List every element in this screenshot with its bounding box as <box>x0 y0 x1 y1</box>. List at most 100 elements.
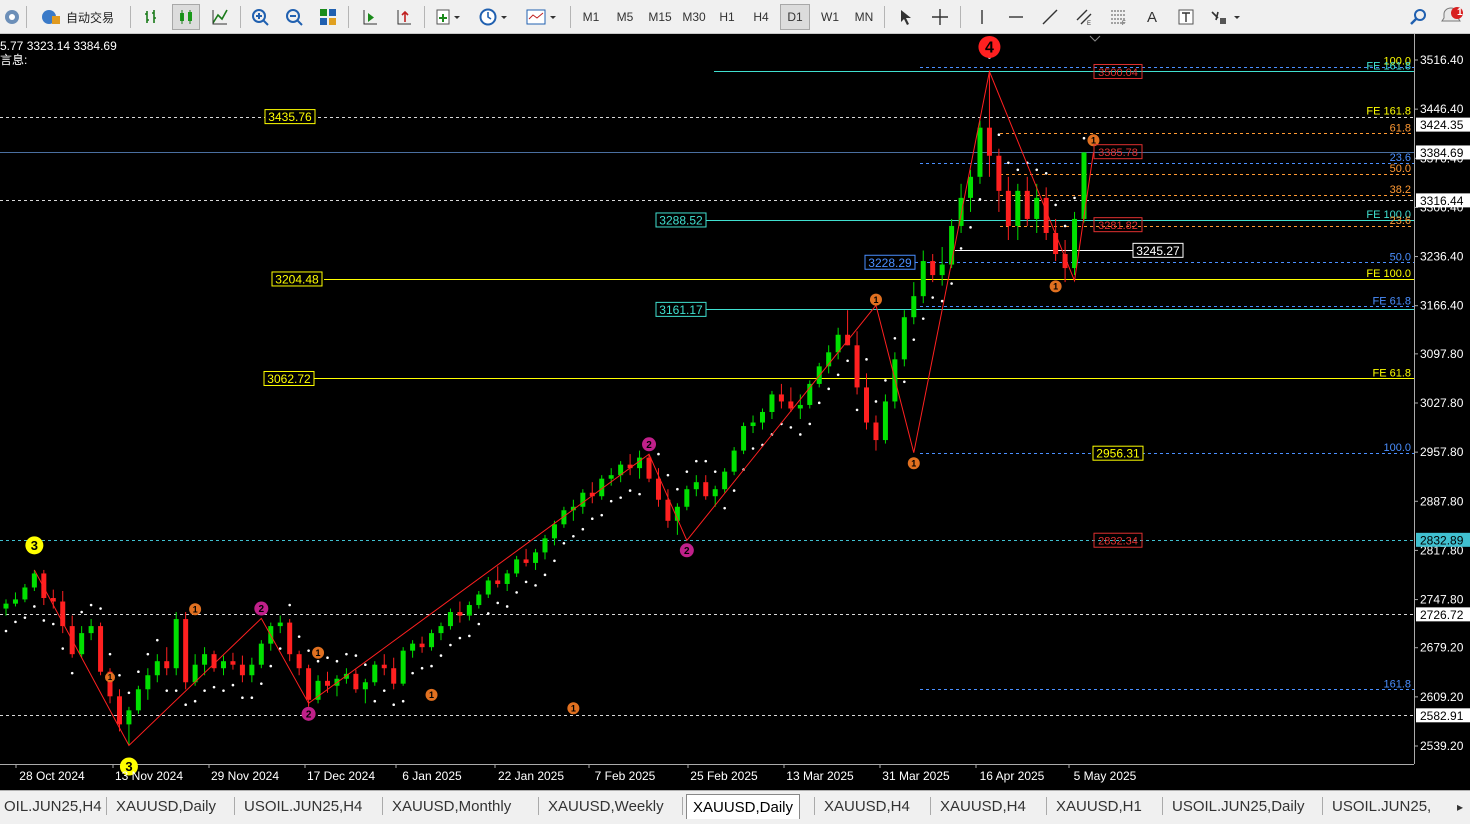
sar-dot <box>657 452 660 456</box>
timeframe-w1[interactable]: W1 <box>814 4 846 30</box>
candle-body <box>466 605 472 616</box>
chart-tab[interactable]: XAUUSD,H4 <box>818 794 916 818</box>
candle-body <box>608 475 614 479</box>
chart-tab[interactable]: USOIL.JUN25,H4 <box>238 794 368 818</box>
candle-body <box>362 682 368 690</box>
bar-chart-button[interactable] <box>138 4 166 30</box>
candle-body <box>769 394 775 412</box>
autoscroll-button[interactable] <box>390 4 418 30</box>
wave-1-marker-text: 1 <box>1091 136 1096 146</box>
templates-button[interactable] <box>522 4 562 30</box>
candle <box>400 647 406 686</box>
chart-tab[interactable]: XAUUSD,Daily <box>110 794 222 818</box>
chart-tab[interactable]: XAUUSD,H1 <box>1050 794 1148 818</box>
chart-tab[interactable]: XAUUSD,Weekly <box>542 794 670 818</box>
zoom-in-button[interactable] <box>246 4 274 30</box>
price-label: 3435.76 <box>264 109 316 125</box>
alerts-button[interactable]: 1 <box>1438 4 1468 30</box>
timeframe-h4[interactable]: H4 <box>746 4 776 30</box>
candle-body <box>788 401 794 409</box>
chart-tab[interactable]: OIL.JUN25,H4 <box>0 794 108 818</box>
search-button[interactable] <box>1404 4 1432 30</box>
wave-2-marker-text: 2 <box>259 604 265 615</box>
time-tick-label: 25 Feb 2025 <box>690 769 758 783</box>
price-label-text: 3228.29 <box>868 256 912 270</box>
text-label-button[interactable] <box>1172 4 1200 30</box>
time-tick-label: 13 Mar 2025 <box>786 769 854 783</box>
cursor-button[interactable] <box>892 4 920 30</box>
chart-tab[interactable]: USOIL.JUN25,Daily <box>1166 794 1311 818</box>
tab-separator <box>538 797 539 815</box>
candle <box>258 640 264 669</box>
chart-tab[interactable]: XAUUSD,Daily <box>686 794 801 819</box>
timeframe-d1[interactable]: D1 <box>780 4 810 30</box>
timeframe-mn[interactable]: MN <box>848 4 880 30</box>
auto-trade-button[interactable]: 自动交易 <box>30 4 124 30</box>
text-tool-button[interactable]: A <box>1138 4 1166 30</box>
chart-tab[interactable]: XAUUSD,H4 <box>934 794 1032 818</box>
candle-body <box>731 450 737 472</box>
chart-shift-button[interactable] <box>356 4 384 30</box>
templates-icon <box>526 9 556 25</box>
candle-body <box>1015 190 1021 226</box>
chart-window[interactable]: 3 3 4 1 1 1 1 1 1 1 1 2 2 2 2 1 3435.76 3288.52 3228.29 324… <box>0 34 1470 790</box>
tab-separator <box>814 797 815 815</box>
tab-separator <box>1322 797 1323 815</box>
zoom-out-icon <box>286 9 303 26</box>
indicators-button[interactable] <box>430 4 466 30</box>
periods-button[interactable] <box>474 4 514 30</box>
candle-body <box>31 573 37 588</box>
sar-dot <box>921 317 925 320</box>
timeframe-m30[interactable]: M30 <box>678 4 710 30</box>
fib-level-label: FE 61.8 <box>1372 295 1411 307</box>
tab-scroll-right-icon[interactable]: ▸ <box>1452 797 1468 817</box>
candle-body <box>864 387 870 423</box>
timeframe-m5[interactable]: M5 <box>610 4 640 30</box>
candle-body <box>183 619 189 683</box>
terminal-icon[interactable] <box>0 4 24 30</box>
arrows-button[interactable] <box>1206 4 1246 30</box>
vertical-line-button[interactable] <box>968 4 996 30</box>
fibonacci-button[interactable]: F <box>1104 4 1132 30</box>
channel-button[interactable]: E <box>1070 4 1098 30</box>
sar-dot <box>694 459 698 463</box>
sar-dot <box>912 338 916 341</box>
line-chart-button[interactable] <box>206 4 234 30</box>
wave-1-marker-text: 1 <box>873 295 878 305</box>
price-chart[interactable]: 33411111111222213435.763288.523228.29324… <box>0 34 1470 790</box>
sar-dot <box>505 605 509 608</box>
sar-dot <box>713 470 717 473</box>
line-chart-icon <box>212 9 228 25</box>
candle-body <box>533 552 539 563</box>
time-tick-label: 29 Nov 2024 <box>211 769 279 783</box>
price-tick-label: 2887.80 <box>1420 494 1464 508</box>
chart-tab[interactable]: XAUUSD,Monthly <box>386 794 517 818</box>
crosshair-button[interactable] <box>926 4 954 30</box>
fib-level-label: 161.8 <box>1383 678 1411 690</box>
horizontal-line-button[interactable] <box>1002 4 1030 30</box>
sar-dot <box>1044 172 1048 175</box>
sar-dot <box>950 282 953 285</box>
timeframe-h1[interactable]: H1 <box>712 4 742 30</box>
tile-windows-button[interactable] <box>314 4 342 30</box>
time-tick-label: 17 Dec 2024 <box>307 769 375 783</box>
candle-body <box>1024 190 1030 219</box>
sar-dot <box>799 433 802 436</box>
candle-body <box>98 626 104 672</box>
sar-dot <box>42 619 46 622</box>
wave-4-marker-text: 4 <box>985 40 994 57</box>
sar-dot <box>241 696 244 700</box>
tab-separator <box>382 797 383 815</box>
zoom-out-button[interactable] <box>280 4 308 30</box>
candlestick-button[interactable] <box>172 4 200 30</box>
candle <box>882 394 888 444</box>
sar-dot <box>997 133 1001 136</box>
sar-dot <box>155 638 159 642</box>
price-tag-text: 3316.44 <box>1420 194 1464 208</box>
trendline-button[interactable] <box>1036 4 1064 30</box>
timeframe-m1[interactable]: M1 <box>576 4 606 30</box>
sar-dot <box>685 470 689 473</box>
price-tag: 2832.89 <box>1416 532 1470 547</box>
chart-tab[interactable]: USOIL.JUN25, <box>1326 794 1437 818</box>
timeframe-m15[interactable]: M15 <box>644 4 676 30</box>
